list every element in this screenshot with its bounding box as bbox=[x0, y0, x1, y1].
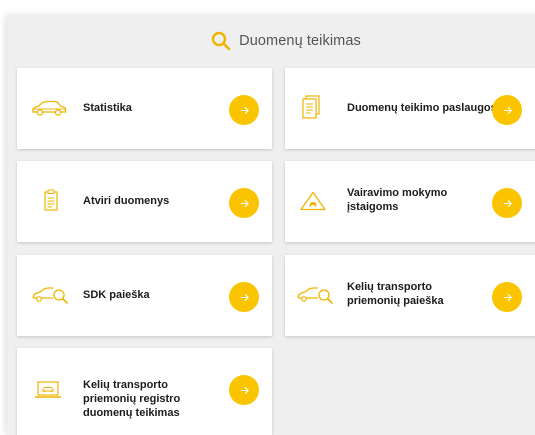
arrow-right-icon[interactable] bbox=[229, 95, 259, 125]
card-duomenu-teikimo-paslaugos[interactable]: Duomenų teikimo paslaugos bbox=[285, 68, 535, 149]
warning-triangle-icon bbox=[300, 191, 326, 216]
data-provision-panel: Duomenų teikimas Statistika Duomenų teik… bbox=[7, 15, 535, 435]
arrow-right-icon[interactable] bbox=[229, 282, 259, 312]
card-label: Atviri duomenys bbox=[83, 195, 170, 207]
card-label: Kelių transporto priemonių paieška bbox=[347, 281, 444, 307]
search-icon bbox=[211, 31, 231, 51]
car-search-icon bbox=[296, 285, 334, 310]
card-sdk-paieska[interactable]: SDK paieška bbox=[17, 255, 272, 336]
card-label: Kelių transporto priemonių registro duom… bbox=[83, 379, 181, 419]
card-statistika[interactable]: Statistika bbox=[17, 68, 272, 149]
card-label: Statistika bbox=[83, 102, 132, 114]
card-label: Vairavimo mokymo įstaigoms bbox=[347, 187, 448, 213]
car-search-icon bbox=[31, 285, 69, 310]
card-registro-duomenu-teikimas[interactable]: Kelių transporto priemonių registro duom… bbox=[17, 348, 272, 435]
card-vairavimo-mokymo-istaigoms[interactable]: Vairavimo mokymo įstaigoms bbox=[285, 161, 535, 242]
clipboard-icon bbox=[44, 189, 58, 216]
arrow-right-icon[interactable] bbox=[492, 95, 522, 125]
laptop-car-icon bbox=[34, 380, 62, 405]
card-keliu-transporto-priemoniu-paieska[interactable]: Kelių transporto priemonių paieška bbox=[285, 255, 535, 336]
car-icon bbox=[31, 99, 67, 122]
arrow-right-icon[interactable] bbox=[229, 188, 259, 218]
page-title: Duomenų teikimas bbox=[239, 33, 361, 49]
card-label: Duomenų teikimo paslaugos bbox=[347, 102, 497, 114]
card-atviri-duomenys[interactable]: Atviri duomenys bbox=[17, 161, 272, 242]
arrow-right-icon[interactable] bbox=[229, 375, 259, 405]
arrow-right-icon[interactable] bbox=[492, 282, 522, 312]
document-icon bbox=[302, 95, 320, 126]
panel-header: Duomenų teikimas bbox=[7, 15, 535, 67]
arrow-right-icon[interactable] bbox=[492, 188, 522, 218]
card-label: SDK paieška bbox=[83, 289, 150, 301]
